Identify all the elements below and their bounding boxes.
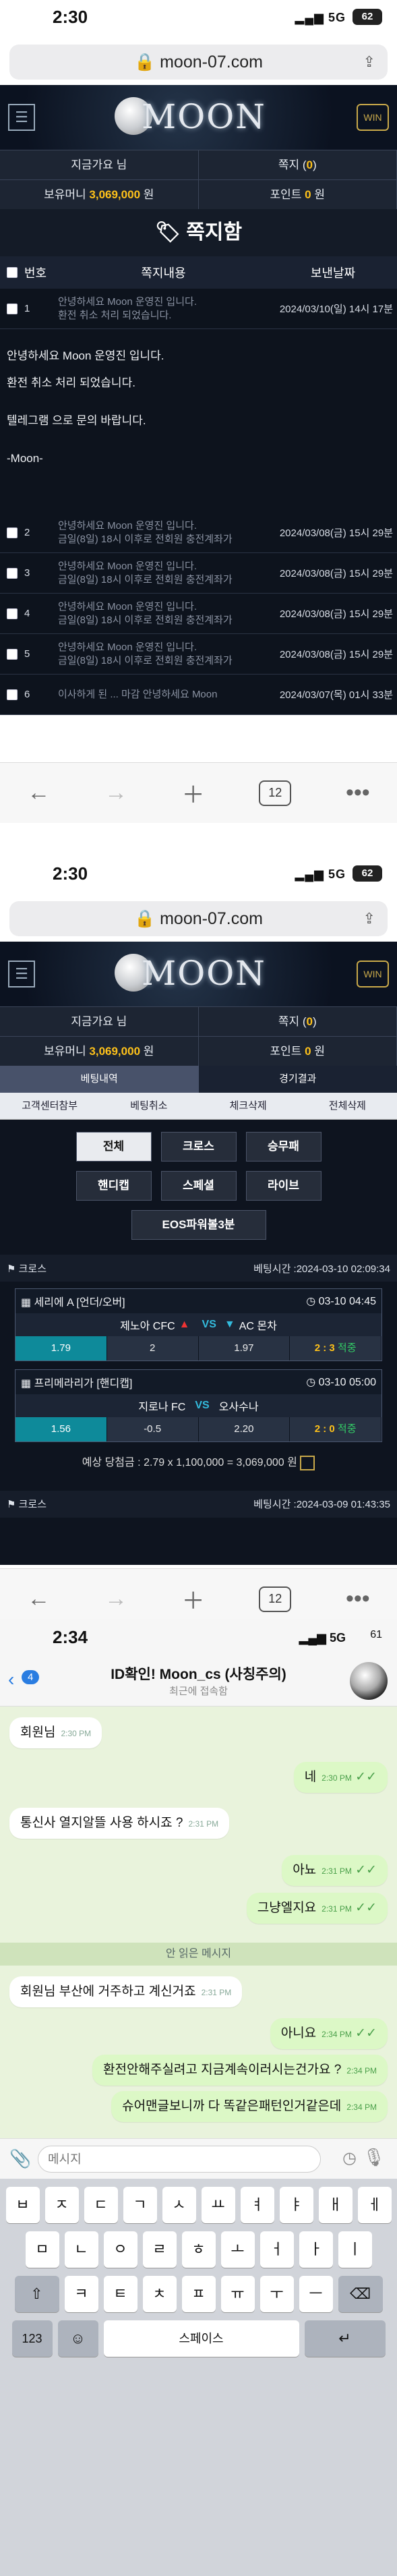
signal-indicator: ▂▄▆ 5G	[295, 11, 346, 24]
notes-count[interactable]: 쪽지 (0)	[199, 150, 397, 179]
chat-title: ID확인! Moon_cs (사칭주의)	[111, 1667, 286, 1682]
message-bubble[interactable]: 아뇨 2:31 PM ✓✓	[282, 1855, 388, 1886]
forward-icon[interactable]: →	[104, 780, 127, 806]
table-row[interactable]: 3 안녕하세요 Moon 운영진 입니다. 금일(8일) 18시 이후로 전회원 충…	[0, 553, 397, 594]
message-bubble[interactable]: 슈어맨글보니까 다 똑같은패턴인거같은데 2:34 PM	[111, 2091, 388, 2122]
battery-icon: 62	[353, 9, 382, 25]
avatar[interactable]	[350, 1662, 388, 1700]
message-bubble[interactable]: 환전안해주실려고 지금계속이러시는건가요 ? 2:34 PM	[92, 2055, 388, 2086]
keyboard-row: ㅂㅈㄷㄱㅅㅛㅕㅑㅐㅔ	[0, 2187, 397, 2223]
new-tab-icon[interactable]: ＋	[182, 1582, 205, 1615]
browser-nav: ← → ＋ 12 •••	[0, 762, 397, 823]
main-tabs: 베팅내역 경기결과	[0, 1066, 397, 1093]
shift-key-icon[interactable]: ⇧	[14, 2276, 59, 2312]
address-bar[interactable]: 🔒 moon-07.com ⇪	[9, 901, 388, 936]
numbers-key[interactable]: 123	[11, 2320, 53, 2357]
table-header: 번호 쪽지내용 보낸날짜	[0, 256, 397, 289]
select-checkbox[interactable]	[300, 1455, 315, 1470]
status-bar: 2:30 ▂▄▆ 5G 62	[0, 857, 397, 896]
address-bar[interactable]: 🔒 moon-07.com ⇪	[9, 45, 388, 80]
chat-status: 최근에 접속함	[169, 1686, 228, 1697]
bet-header: ⚑ 크로스 베팅시간 :2024-03-09 01:43:35	[0, 1490, 397, 1518]
game-filter: 전체 크로스 승무패 핸디캡 스페셜 라이브	[0, 1132, 397, 1201]
open-message-body: 안녕하세요 Moon 운영진 입니다. 환전 취소 처리 되었습니다. 텔레그램…	[0, 329, 397, 513]
status-bar: 2:30 ▂▄▆ 5G 62	[0, 0, 397, 39]
site-logo[interactable]: MOON	[142, 97, 266, 136]
bet-game: ▦ 세리에 A [언더/오버] ◷ 03-10 04:45 제노아 CFC ▲ VS ▼…	[15, 1288, 382, 1361]
message-bubble[interactable]: 회원님 2:30 PM	[9, 1717, 102, 1748]
back-icon[interactable]: ←	[27, 780, 50, 806]
return-key-icon[interactable]: ↵	[304, 2320, 386, 2357]
keyboard: ㅂㅈㄷㄱㅅㅛㅕㅑㅐㅔ ㅁㄴㅇㄹㅎㅗㅓㅏㅣ ⇧ ㅋㅌㅊㅍㅠㅜㅡ ⌫ 123 ☺ 스…	[0, 2179, 397, 2576]
win-badge-icon[interactable]: WIN	[357, 961, 389, 988]
bet-game: ▦ 프리메라리가 [핸디캡] ◷ 03-10 05:00 지로나 FC VS 오사수나…	[15, 1369, 382, 1442]
share-icon[interactable]: ⇪	[363, 45, 375, 80]
table-row[interactable]: 2 안녕하세요 Moon 운영진 입니다. 금일(8일) 18시 이후로 전회원 충…	[0, 513, 397, 553]
balance-row: 보유머니 3,069,000 원 포인트 0 원	[0, 179, 397, 209]
more-icon[interactable]: •••	[346, 780, 370, 806]
row-checkbox[interactable]	[7, 303, 18, 314]
site-logo[interactable]: MOON	[142, 954, 266, 993]
emoji-key-icon[interactable]: ☺	[57, 2320, 98, 2357]
table-row[interactable]: 1 안녕하세요 Moon 운영진 입니다. 환전 취소 처리 되었습니다. 202…	[0, 289, 397, 329]
unread-divider: 안 읽은 메시지	[0, 1943, 397, 1966]
screenshot-betting: 2:30 ▂▄▆ 5G 62 🔒 moon-07.com ⇪ ☰ MOON WIN…	[0, 857, 397, 1629]
mic-icon[interactable]: 🎙	[363, 2147, 385, 2168]
points-balance: 포인트 0 원	[199, 180, 397, 209]
tab-bet-history[interactable]: 베팅내역	[0, 1066, 199, 1093]
battery-icon: 62	[353, 865, 382, 882]
chat-header: 2:34 ▂▄▆ 5G 61 ‹ 4 ID확인! Moon_cs (사칭주의) …	[0, 1619, 397, 1707]
tabs-button[interactable]: 12	[259, 780, 292, 806]
battery-icon: 61	[370, 1629, 382, 1640]
screenshot-notes: 2:30 ▂▄▆ 5G 62 🔒 moon-07.com ⇪ ☰ MOON WIN…	[0, 0, 397, 823]
keyboard-row: 123 ☺ 스페이스 ↵	[0, 2320, 397, 2357]
composer: 📎 ◷ 🎙	[0, 2138, 397, 2179]
message-bubble[interactable]: 그냥엘지요 2:31 PM ✓✓	[246, 1893, 388, 1924]
message-bubble[interactable]: 네 2:30 PM ✓✓	[293, 1762, 388, 1793]
screenshot-chat: 2:34 ▂▄▆ 5G 61 ‹ 4 ID확인! Moon_cs (사칭주의) …	[0, 1619, 397, 2576]
bet-panel: 전체 크로스 승무패 핸디캡 스페셜 라이브 EOS파워볼3분 ⚑ 크로스 베팅시…	[0, 1120, 397, 1565]
menu-icon[interactable]: ☰	[8, 104, 35, 131]
table-row[interactable]: 6 이사하게 된 ... 마감 안녕하세요 Moon 2024/03/07(목) 0…	[0, 675, 397, 715]
table-row[interactable]: 5 안녕하세요 Moon 운영진 입니다. 금일(8일) 18시 이후로 전회원 충…	[0, 634, 397, 675]
status-time: 2:30	[53, 7, 88, 27]
keyboard-row: ⇧ ㅋㅌㅊㅍㅠㅜㅡ ⌫	[0, 2276, 397, 2312]
select-all-checkbox[interactable]	[7, 267, 18, 278]
message-input[interactable]	[38, 2146, 321, 2173]
new-tab-icon[interactable]: ＋	[182, 776, 205, 809]
col-content: 쪽지내용	[141, 266, 186, 280]
share-icon[interactable]: ⇪	[363, 901, 375, 936]
sticker-icon[interactable]: ◷	[342, 2148, 357, 2168]
money-balance: 보유머니 3,069,000 원	[0, 180, 199, 209]
tabs-button[interactable]: 12	[259, 1586, 292, 1612]
tab-results[interactable]: 경기결과	[199, 1066, 397, 1093]
delete-key-icon[interactable]: ⌫	[338, 2276, 383, 2312]
page-title: 🏷 쪽지함	[0, 209, 397, 256]
message-bubble[interactable]: 회원님 부산에 거주하고 계신거죠 2:31 PM	[9, 1976, 243, 2007]
col-num: 번호	[24, 266, 47, 280]
menu-icon[interactable]: ☰	[8, 961, 35, 988]
back-icon[interactable]: ←	[27, 1586, 50, 1612]
table-row[interactable]: 4 안녕하세요 Moon 운영진 입니다. 금일(8일) 18시 이후로 전회원 충…	[0, 594, 397, 634]
user-greeting: 지금가요 님	[0, 150, 199, 179]
more-icon[interactable]: •••	[346, 1586, 370, 1612]
site-banner: ☰ MOON WIN	[0, 942, 397, 1006]
expected-winnings: 예상 당첨금 : 2.79 x 1,100,000 = 3,069,000 원	[0, 1453, 397, 1470]
url-text: moon-07.com	[160, 53, 263, 71]
site-banner: ☰ MOON WIN	[0, 85, 397, 150]
eos-powerball-button[interactable]: EOS파워볼3분	[131, 1210, 266, 1240]
user-row: 지금가요 님 쪽지 (0)	[0, 150, 397, 179]
forward-icon[interactable]: →	[104, 1586, 127, 1612]
attach-icon[interactable]: 📎	[9, 2148, 31, 2169]
keyboard-row: ㅁㄴㅇㄹㅎㅗㅓㅏㅣ	[0, 2231, 397, 2268]
message-bubble[interactable]: 통신사 열지알뜰 사용 하시죠 ? 2:31 PM	[9, 1808, 230, 1839]
chat-messages: 회원님 2:30 PM 네 2:30 PM ✓✓ 통신사 열지알뜰 사용 하시죠 ?…	[0, 1707, 397, 2576]
sub-tabs: 고객센터참부 베팅취소 체크삭제 전체삭제	[0, 1093, 397, 1120]
message-bubble[interactable]: 아니요 2:34 PM ✓✓	[270, 2018, 388, 2049]
win-badge-icon[interactable]: WIN	[357, 104, 389, 131]
col-date: 보낸날짜	[310, 266, 356, 280]
space-key[interactable]: 스페이스	[103, 2320, 299, 2357]
bet-header: ⚑ 크로스 베팅시간 :2024-03-10 02:09:34	[0, 1255, 397, 1282]
